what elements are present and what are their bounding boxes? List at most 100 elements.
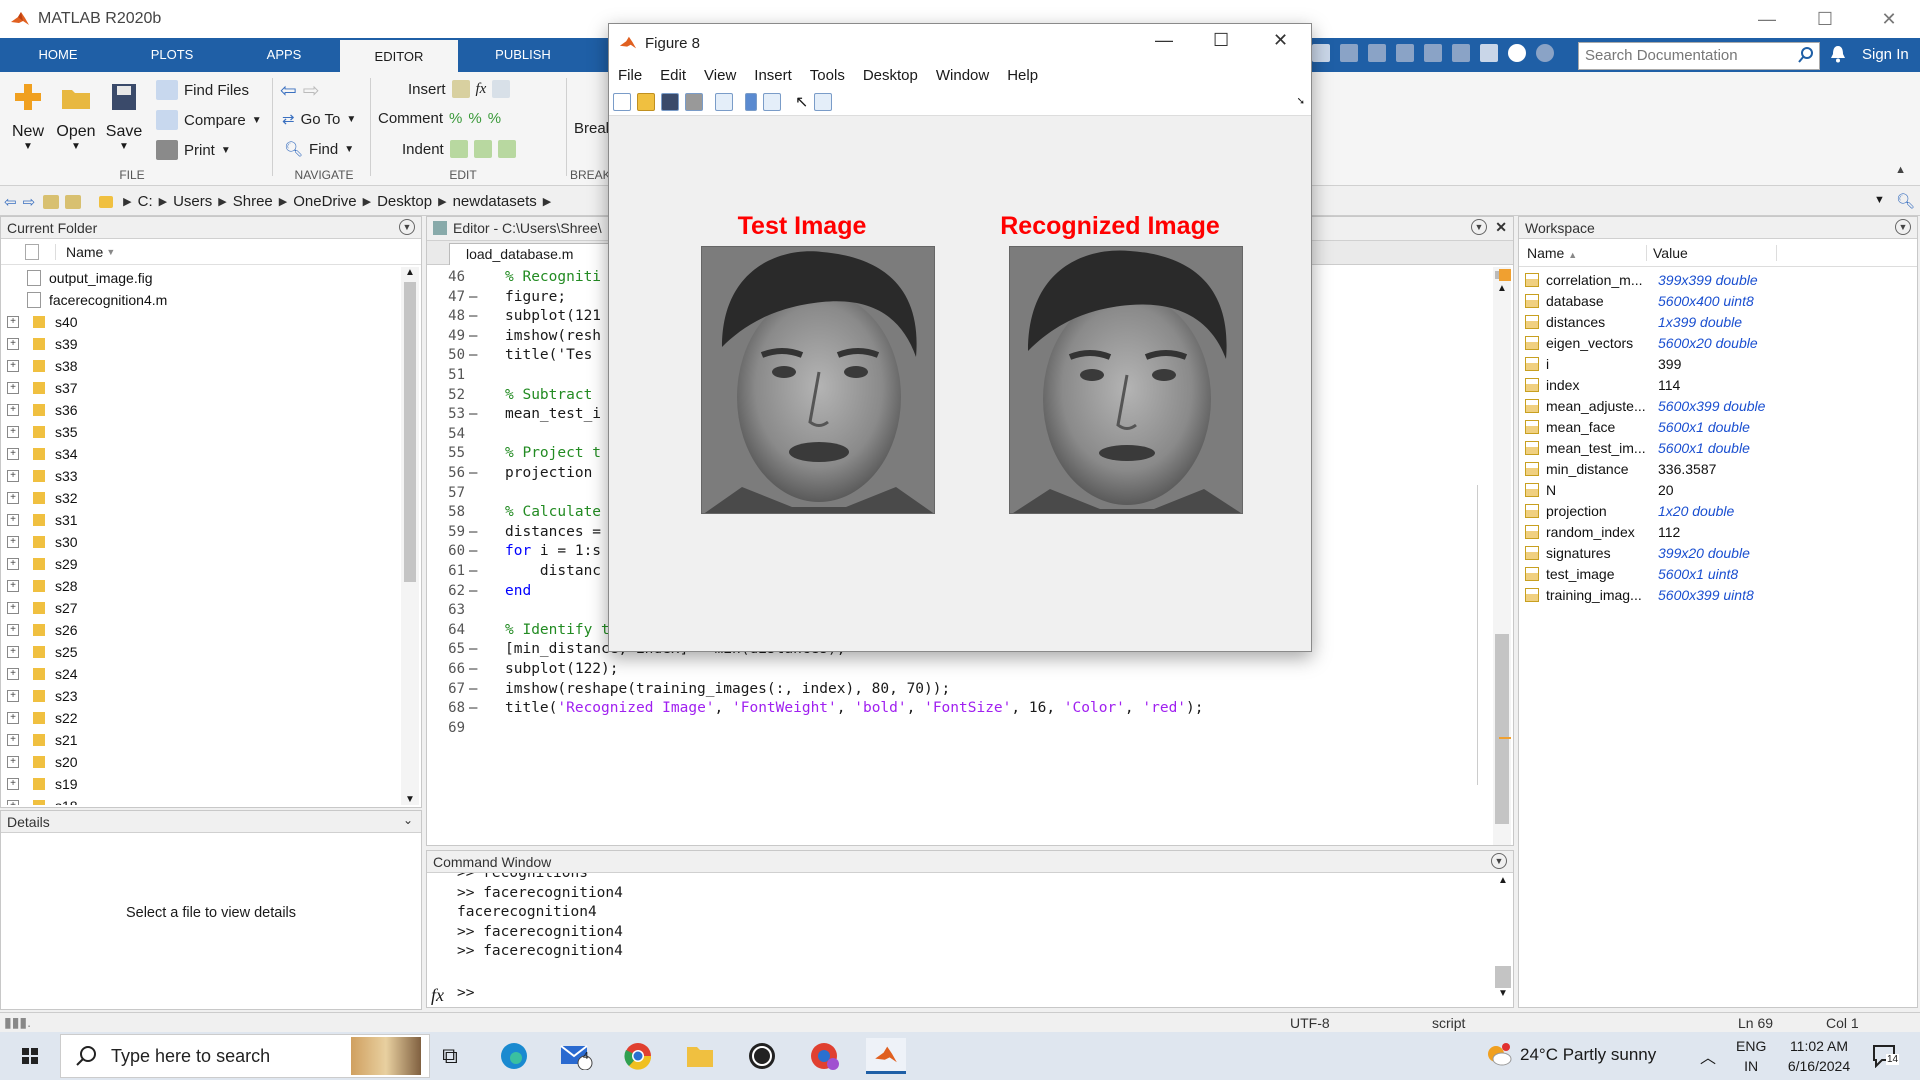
figure-menu-help[interactable]: Help xyxy=(1007,67,1038,84)
folder-item[interactable]: + s36 xyxy=(1,399,421,421)
panel-actions-icon[interactable]: ▼ xyxy=(1471,219,1487,235)
breadcrumb-item[interactable]: C: xyxy=(138,193,153,210)
command-prompt[interactable]: >> xyxy=(457,985,474,1001)
folder-item[interactable]: + s23 xyxy=(1,685,421,707)
folder-item[interactable]: + s31 xyxy=(1,509,421,531)
folder-item[interactable]: + s25 xyxy=(1,641,421,663)
insert-legend-icon[interactable] xyxy=(763,92,781,111)
folder-item[interactable]: + s18 xyxy=(1,795,421,805)
close-editor-icon[interactable]: ✕ xyxy=(1495,219,1507,236)
chevron-down-icon[interactable]: ⌄ xyxy=(403,813,413,827)
breakpoint-marker[interactable]: – xyxy=(469,524,477,540)
find-files-button[interactable]: Find Files xyxy=(156,80,249,100)
command-scrollbar[interactable]: ▲ ▼ xyxy=(1495,875,1511,1005)
tab-plots[interactable]: PLOTS xyxy=(132,38,212,72)
notification-center-icon[interactable]: 14 xyxy=(1872,1044,1900,1072)
figure-menu-desktop[interactable]: Desktop xyxy=(863,67,918,84)
insert-button[interactable]: Insert fx xyxy=(408,80,511,98)
panel-actions-icon[interactable]: ▼ xyxy=(1895,219,1911,235)
save-figure-icon[interactable] xyxy=(661,92,679,111)
find-button[interactable]: 🔍︎ Find ▼ xyxy=(284,140,354,159)
file-tab[interactable]: load_database.m✕ xyxy=(449,243,625,265)
weather-widget[interactable]: 24°C Partly sunny xyxy=(1486,1042,1656,1068)
ws-value-column[interactable]: Value xyxy=(1647,244,1777,261)
folder-item[interactable]: + s30 xyxy=(1,531,421,553)
print-figure-icon[interactable] xyxy=(685,92,703,111)
edit-plot-arrow-icon[interactable]: ↖ xyxy=(795,92,808,112)
chrome-profile-icon[interactable] xyxy=(804,1038,844,1074)
folder-item[interactable]: + s19 xyxy=(1,773,421,795)
breakpoint-marker[interactable]: – xyxy=(469,681,477,697)
file-explorer-icon[interactable] xyxy=(680,1038,720,1074)
decrease-indent-icon[interactable] xyxy=(497,140,516,158)
figure-menu-view[interactable]: View xyxy=(704,67,736,84)
scroll-up-icon[interactable]: ▲ xyxy=(1493,283,1511,294)
code-analyzer-icon[interactable] xyxy=(1499,269,1511,281)
save-icon[interactable] xyxy=(1312,44,1330,62)
paste-icon[interactable] xyxy=(1396,44,1414,62)
show-hidden-icons[interactable]: ︿ xyxy=(1700,1044,1716,1068)
folder-item[interactable]: + s27 xyxy=(1,597,421,619)
breakpoint-marker[interactable]: – xyxy=(469,406,477,422)
editor-scrollbar[interactable]: ▲ xyxy=(1493,267,1511,845)
breakpoint-marker[interactable]: – xyxy=(469,308,477,324)
expand-icon[interactable]: + xyxy=(7,316,19,328)
figure-maximize-button[interactable]: ☐ xyxy=(1213,30,1229,51)
breakpoint-marker[interactable]: – xyxy=(469,465,477,481)
workspace-variable[interactable]: index 114 xyxy=(1519,374,1917,395)
workspace-variable[interactable]: training_imag... 5600x399 uint8 xyxy=(1519,584,1917,605)
tab-editor[interactable]: EDITOR xyxy=(340,40,458,72)
figure-menu-window[interactable]: Window xyxy=(936,67,989,84)
figure-menu-insert[interactable]: Insert xyxy=(754,67,792,84)
sign-in-link[interactable]: Sign In xyxy=(1862,46,1909,63)
workspace-variable[interactable]: database 5600x400 uint8 xyxy=(1519,290,1917,311)
workspace-variable[interactable]: random_index 112 xyxy=(1519,521,1917,542)
workspace-variable[interactable]: projection 1x20 double xyxy=(1519,500,1917,521)
scroll-thumb[interactable] xyxy=(1495,634,1509,824)
print-button[interactable]: Print ▼ xyxy=(156,140,231,160)
file-item[interactable]: output_image.fig xyxy=(1,267,421,289)
folder-item[interactable]: + s38 xyxy=(1,355,421,377)
folder-item[interactable]: + s22 xyxy=(1,707,421,729)
expand-icon[interactable]: + xyxy=(7,624,19,636)
ws-name-column[interactable]: Name ▲ xyxy=(1519,244,1647,261)
breadcrumb-item[interactable]: OneDrive xyxy=(293,193,356,210)
workspace-variable[interactable]: test_image 5600x1 uint8 xyxy=(1519,563,1917,584)
redo-icon[interactable] xyxy=(1452,44,1470,62)
mail-icon[interactable]: 4 xyxy=(556,1038,596,1074)
undo-icon[interactable] xyxy=(1424,44,1442,62)
scroll-up-icon[interactable]: ▲ xyxy=(401,267,419,278)
breakpoint-marker[interactable]: – xyxy=(469,661,477,677)
workspace-variable[interactable]: eigen_vectors 5600x20 double xyxy=(1519,332,1917,353)
input-language-indicator[interactable]: ENG IN xyxy=(1736,1036,1766,1076)
workspace-variable[interactable]: N 20 xyxy=(1519,479,1917,500)
folder-item[interactable]: + s21 xyxy=(1,729,421,751)
name-column-header[interactable]: Name xyxy=(55,243,103,260)
expand-icon[interactable]: + xyxy=(7,426,19,438)
search-folder-icon[interactable]: 🔍︎ xyxy=(1896,192,1915,210)
help-icon[interactable] xyxy=(1508,44,1526,62)
search-icon[interactable] xyxy=(1798,47,1814,63)
comment-button[interactable]: Comment%%% xyxy=(378,110,501,127)
expand-icon[interactable]: + xyxy=(7,536,19,548)
expand-icon[interactable]: + xyxy=(7,580,19,592)
figure-close-button[interactable]: ✕ xyxy=(1273,30,1288,51)
dock-figure-icon[interactable]: ➘ xyxy=(1297,96,1305,107)
folder-item[interactable]: + s20 xyxy=(1,751,421,773)
expand-icon[interactable]: + xyxy=(7,778,19,790)
expand-icon[interactable]: + xyxy=(7,338,19,350)
figure-menu-tools[interactable]: Tools xyxy=(810,67,845,84)
scroll-up-icon[interactable]: ▲ xyxy=(1495,875,1511,886)
back-arrow-icon[interactable]: ⇦ xyxy=(280,78,297,103)
breakpoint-marker[interactable]: – xyxy=(469,563,477,579)
folder-item[interactable]: + s32 xyxy=(1,487,421,509)
expand-icon[interactable]: + xyxy=(7,756,19,768)
panel-actions-icon[interactable]: ▼ xyxy=(399,219,415,235)
open-file-icon[interactable] xyxy=(637,92,655,111)
workspace-variable[interactable]: mean_adjuste... 5600x399 double xyxy=(1519,395,1917,416)
panel-actions-icon[interactable]: ▼ xyxy=(1491,853,1507,869)
breakpoint-marker[interactable]: – xyxy=(469,543,477,559)
browse-folder-icon[interactable] xyxy=(65,194,82,209)
indent-button[interactable]: Indent xyxy=(402,140,516,158)
expand-icon[interactable]: + xyxy=(7,448,19,460)
